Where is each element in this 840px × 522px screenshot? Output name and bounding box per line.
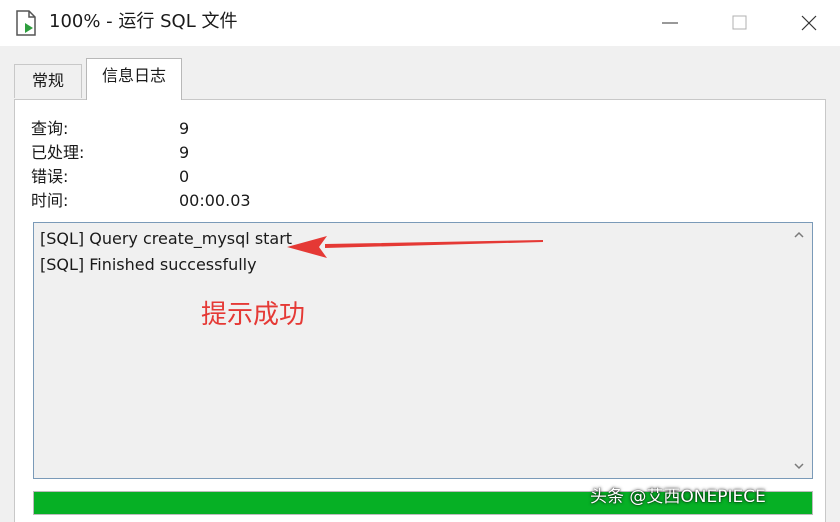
tab-label: 信息日志	[101, 66, 166, 85]
tab-info-log[interactable]: 信息日志	[86, 58, 182, 100]
maximize-button[interactable]	[720, 8, 760, 38]
minimize-button[interactable]	[650, 8, 690, 38]
tab-panel: 查询: 9 已处理: 9 错误: 0 时间: 00:00.03 [SQL] Qu…	[14, 99, 826, 522]
stat-value: 0	[179, 167, 190, 186]
annotation-arrow-icon	[287, 236, 543, 258]
stat-row-processed: 已处理: 9	[31, 141, 451, 165]
sql-file-run-icon	[14, 9, 38, 37]
stat-row-time: 时间: 00:00.03	[31, 189, 451, 213]
stats-list: 查询: 9 已处理: 9 错误: 0 时间: 00:00.03	[31, 117, 451, 213]
tab-general[interactable]: 常规	[14, 64, 82, 98]
stat-value: 9	[179, 119, 190, 138]
scroll-down-arrow-icon[interactable]	[792, 460, 806, 472]
stat-label: 错误:	[31, 167, 69, 186]
log-line: [SQL] Query create_mysql start	[40, 229, 293, 248]
stat-label: 时间:	[31, 191, 69, 210]
close-icon	[801, 15, 817, 31]
log-lines: [SQL] Query create_mysql start [SQL] Fin…	[40, 226, 292, 278]
scroll-up-arrow-icon[interactable]	[792, 229, 806, 241]
maximize-icon	[732, 15, 747, 30]
title-bar: 100% - 运行 SQL 文件	[0, 0, 840, 46]
dialog-body: 常规 信息日志 查询: 9 已处理: 9 错误: 0 时间: 00:00.03	[0, 46, 840, 522]
window-title: 100% - 运行 SQL 文件	[49, 11, 238, 32]
annotation-text: 提示成功	[201, 300, 306, 330]
stat-value: 00:00.03	[179, 191, 251, 210]
stat-value: 9	[179, 143, 190, 162]
minimize-icon	[662, 22, 678, 24]
watermark: 头条 @艾西ONEPIECE	[590, 487, 766, 507]
stat-row-errors: 错误: 0	[31, 165, 451, 189]
tab-label: 常规	[31, 71, 64, 90]
close-button[interactable]	[789, 8, 829, 38]
stat-row-queries: 查询: 9	[31, 117, 451, 141]
stat-label: 查询:	[31, 119, 69, 138]
stat-label: 已处理:	[31, 143, 85, 162]
log-line: [SQL] Finished successfully	[40, 255, 257, 274]
